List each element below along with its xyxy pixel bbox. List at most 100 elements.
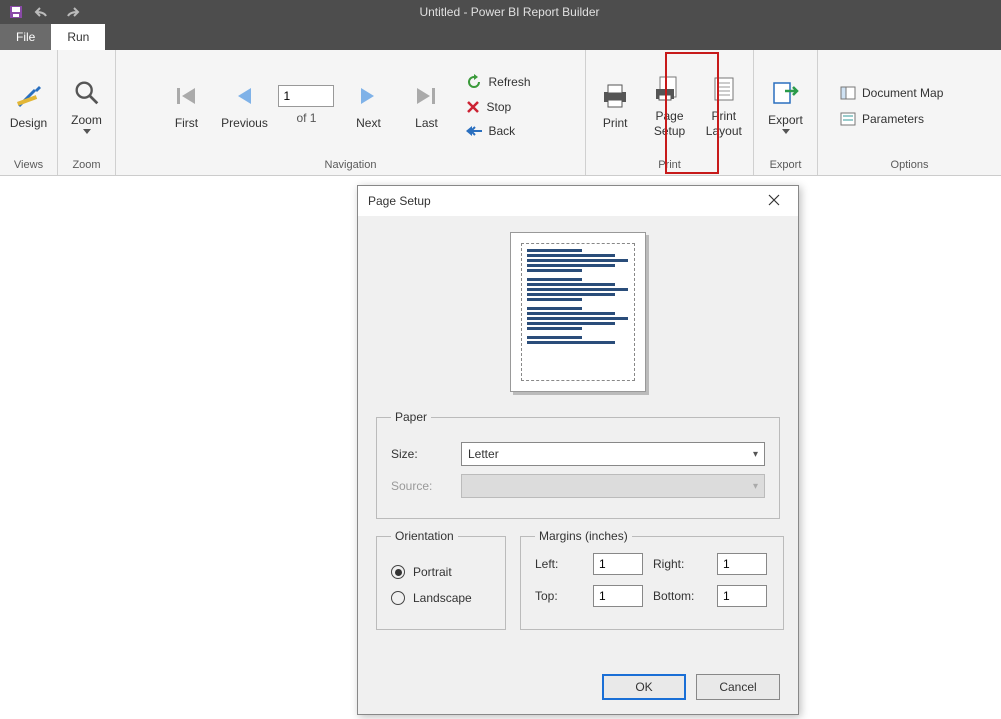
- source-label: Source:: [391, 479, 451, 493]
- parameters-button[interactable]: Parameters: [836, 109, 947, 129]
- refresh-button[interactable]: Refresh: [462, 72, 534, 92]
- paper-legend: Paper: [391, 410, 431, 424]
- design-button[interactable]: Design: [6, 76, 51, 134]
- ribbon: Design Views Zoom Zoom F: [0, 50, 1001, 176]
- stop-icon: [466, 100, 480, 114]
- dialog-titlebar: Page Setup: [358, 186, 798, 216]
- margin-bottom-label: Bottom:: [653, 589, 709, 603]
- tab-file[interactable]: File: [0, 24, 51, 50]
- document-map-label: Document Map: [862, 86, 943, 100]
- orientation-landscape-radio[interactable]: Landscape: [391, 591, 491, 605]
- document-map-icon: [840, 85, 856, 101]
- back-button[interactable]: Back: [462, 122, 534, 140]
- parameters-icon: [840, 111, 856, 127]
- back-icon: [466, 124, 482, 138]
- page-number-input[interactable]: [278, 85, 334, 107]
- chevron-down-icon: ▾: [753, 449, 758, 460]
- orientation-portrait-radio[interactable]: Portrait: [391, 565, 491, 579]
- next-label: Next: [356, 116, 381, 130]
- next-icon: [352, 80, 384, 112]
- next-button[interactable]: Next: [344, 76, 392, 134]
- group-options-label: Options: [824, 157, 995, 173]
- margin-right-label: Right:: [653, 557, 709, 571]
- print-layout-button[interactable]: Print Layout: [701, 69, 747, 142]
- zoom-label: Zoom: [71, 113, 102, 127]
- first-button[interactable]: First: [162, 76, 210, 134]
- design-icon: [13, 80, 45, 112]
- page-setup-dialog: Page Setup: [357, 185, 799, 715]
- stop-label: Stop: [486, 100, 511, 114]
- undo-icon[interactable]: [34, 4, 52, 20]
- redo-icon[interactable]: [62, 4, 80, 20]
- close-icon: [768, 194, 780, 209]
- margins-legend: Margins (inches): [535, 529, 632, 543]
- cancel-button[interactable]: Cancel: [696, 674, 780, 700]
- size-label: Size:: [391, 447, 451, 461]
- group-print-label: Print: [592, 157, 747, 173]
- paper-size-value: Letter: [468, 447, 499, 461]
- page-setup-button[interactable]: Page Setup: [646, 69, 692, 142]
- chevron-down-icon: [83, 129, 91, 134]
- parameters-label: Parameters: [862, 112, 924, 126]
- margin-left-input[interactable]: [593, 553, 643, 575]
- landscape-label: Landscape: [413, 591, 472, 605]
- paper-group: Paper Size: Letter ▾ Source: ▾: [376, 410, 780, 519]
- page-of-label: of 1: [296, 111, 316, 125]
- group-views-label: Views: [6, 157, 51, 173]
- dialog-title: Page Setup: [368, 194, 431, 208]
- page-preview: [510, 232, 646, 392]
- margin-top-input[interactable]: [593, 585, 643, 607]
- ribbon-tabs: File Run: [0, 24, 1001, 50]
- print-layout-label-2: Layout: [706, 124, 742, 138]
- margin-right-input[interactable]: [717, 553, 767, 575]
- last-icon: [410, 80, 442, 112]
- zoom-icon: [71, 77, 103, 109]
- dialog-close-button[interactable]: [760, 187, 788, 215]
- last-button[interactable]: Last: [402, 76, 450, 134]
- titlebar: Untitled - Power BI Report Builder: [0, 0, 1001, 24]
- export-button[interactable]: Export: [760, 73, 811, 138]
- cancel-label: Cancel: [719, 680, 756, 694]
- first-label: First: [175, 116, 198, 130]
- print-layout-icon: [708, 73, 740, 105]
- paper-size-select[interactable]: Letter ▾: [461, 442, 765, 466]
- paper-source-select: ▾: [461, 474, 765, 498]
- printer-icon: [599, 80, 631, 112]
- document-map-button[interactable]: Document Map: [836, 83, 947, 103]
- zoom-button[interactable]: Zoom: [64, 73, 109, 138]
- export-icon: [770, 77, 802, 109]
- margins-group: Margins (inches) Left: Right: Top: Botto…: [520, 529, 784, 630]
- group-navigation-label: Navigation: [122, 157, 579, 173]
- chevron-down-icon: ▾: [753, 481, 758, 492]
- print-layout-label-1: Print: [711, 109, 736, 123]
- tab-run[interactable]: Run: [51, 24, 105, 50]
- app-title: Untitled - Power BI Report Builder: [80, 5, 999, 19]
- print-button[interactable]: Print: [592, 76, 638, 134]
- export-label: Export: [768, 113, 803, 127]
- refresh-label: Refresh: [488, 75, 530, 89]
- print-label: Print: [603, 116, 628, 130]
- previous-icon: [228, 80, 260, 112]
- orientation-legend: Orientation: [391, 529, 458, 543]
- first-icon: [170, 80, 202, 112]
- refresh-icon: [466, 74, 482, 90]
- quick-access-toolbar: [2, 4, 80, 20]
- previous-label: Previous: [221, 116, 268, 130]
- previous-button[interactable]: Previous: [220, 76, 268, 134]
- margin-bottom-input[interactable]: [717, 585, 767, 607]
- back-label: Back: [488, 124, 515, 138]
- page-setup-label-1: Page: [655, 109, 683, 123]
- margin-top-label: Top:: [535, 589, 585, 603]
- stop-button[interactable]: Stop: [462, 98, 534, 116]
- group-export-label: Export: [760, 157, 811, 173]
- portrait-label: Portrait: [413, 565, 452, 579]
- save-icon[interactable]: [8, 4, 24, 20]
- margin-left-label: Left:: [535, 557, 585, 571]
- orientation-group: Orientation Portrait Landscape: [376, 529, 506, 630]
- chevron-down-icon: [782, 129, 790, 134]
- group-zoom-label: Zoom: [64, 157, 109, 173]
- page-setup-icon: [653, 73, 685, 105]
- page-setup-label-2: Setup: [654, 124, 685, 138]
- design-label: Design: [10, 116, 47, 130]
- ok-button[interactable]: OK: [602, 674, 686, 700]
